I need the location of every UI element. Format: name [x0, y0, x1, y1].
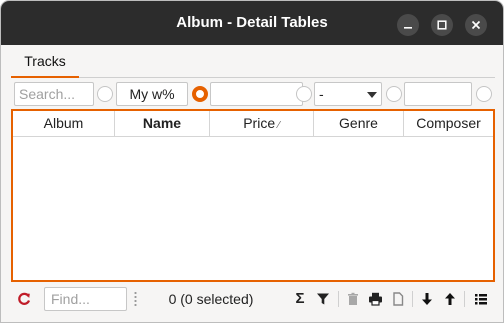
list-icon	[475, 294, 487, 305]
genre-filter-radio[interactable]	[296, 86, 312, 102]
toolbar-divider	[412, 291, 413, 307]
column-label: Album	[43, 115, 84, 131]
filter-button[interactable]	[315, 291, 331, 307]
search-input[interactable]: Search...	[14, 82, 94, 106]
column-header-composer[interactable]: Composer	[404, 111, 493, 136]
arrow-down-icon	[422, 293, 432, 305]
genre-filter-value: -	[319, 86, 324, 102]
move-down-button[interactable]	[419, 291, 435, 307]
filter-bar: Search... My w% -	[11, 81, 495, 107]
selection-count: 0 (0 selected)	[168, 291, 254, 307]
price-filter-input[interactable]	[210, 82, 303, 106]
app-window: Album - Detail Tables Tracks Search... M…	[0, 0, 504, 323]
sum-icon: Σ	[295, 290, 305, 307]
drag-handle-icon[interactable]	[134, 291, 137, 307]
minimize-icon	[404, 27, 412, 29]
table-header: Album Name Price ⁄ Genre Composer	[13, 111, 493, 137]
move-up-button[interactable]	[442, 291, 458, 307]
sum-button[interactable]: Σ	[292, 291, 308, 307]
column-header-genre[interactable]: Genre	[314, 111, 404, 136]
album-filter-radio[interactable]	[97, 86, 113, 102]
column-header-price[interactable]: Price ⁄	[210, 111, 314, 136]
close-button[interactable]	[465, 14, 487, 36]
copy-button[interactable]	[390, 291, 406, 307]
column-header-name[interactable]: Name	[115, 111, 210, 136]
title-bar[interactable]: Album - Detail Tables	[1, 1, 503, 45]
filter-icon	[317, 293, 329, 305]
composer-filter-input[interactable]	[404, 82, 472, 106]
window-title: Album - Detail Tables	[176, 14, 328, 31]
maximize-button[interactable]	[431, 14, 453, 36]
printer-icon	[368, 292, 382, 306]
column-label: Composer	[416, 115, 481, 131]
maximize-icon	[437, 20, 447, 30]
column-label: Genre	[339, 115, 378, 131]
name-filter-input[interactable]: My w%	[116, 82, 188, 106]
composer-filter-radio[interactable]	[386, 86, 402, 102]
sort-indicator-icon: ⁄	[278, 120, 280, 131]
minimize-button[interactable]	[397, 14, 419, 36]
tracks-table[interactable]: Album Name Price ⁄ Genre Composer	[11, 109, 495, 282]
close-icon	[471, 20, 481, 30]
column-label: Price	[243, 115, 276, 131]
refresh-icon	[18, 292, 31, 305]
print-button[interactable]	[367, 291, 383, 307]
price-filter-radio[interactable]	[192, 86, 208, 102]
toolbar-divider	[464, 291, 465, 307]
status-bar: Find... 0 (0 selected) Σ	[11, 285, 495, 313]
column-header-album[interactable]: Album	[13, 111, 115, 136]
find-input[interactable]: Find...	[44, 287, 127, 311]
detail-tabs: Tracks	[11, 46, 495, 78]
chevron-down-icon	[367, 92, 377, 98]
toolbar-divider	[338, 291, 339, 307]
columns-menu-button[interactable]	[473, 291, 489, 307]
trash-icon	[348, 292, 358, 305]
extra-filter-radio[interactable]	[476, 86, 492, 102]
tab-tracks[interactable]: Tracks	[11, 46, 79, 78]
arrow-up-icon	[445, 293, 455, 305]
refresh-button[interactable]	[16, 291, 32, 307]
delete-button[interactable]	[345, 291, 361, 307]
genre-filter-select[interactable]: -	[314, 82, 382, 106]
column-label: Name	[142, 115, 182, 131]
document-icon	[393, 292, 404, 306]
